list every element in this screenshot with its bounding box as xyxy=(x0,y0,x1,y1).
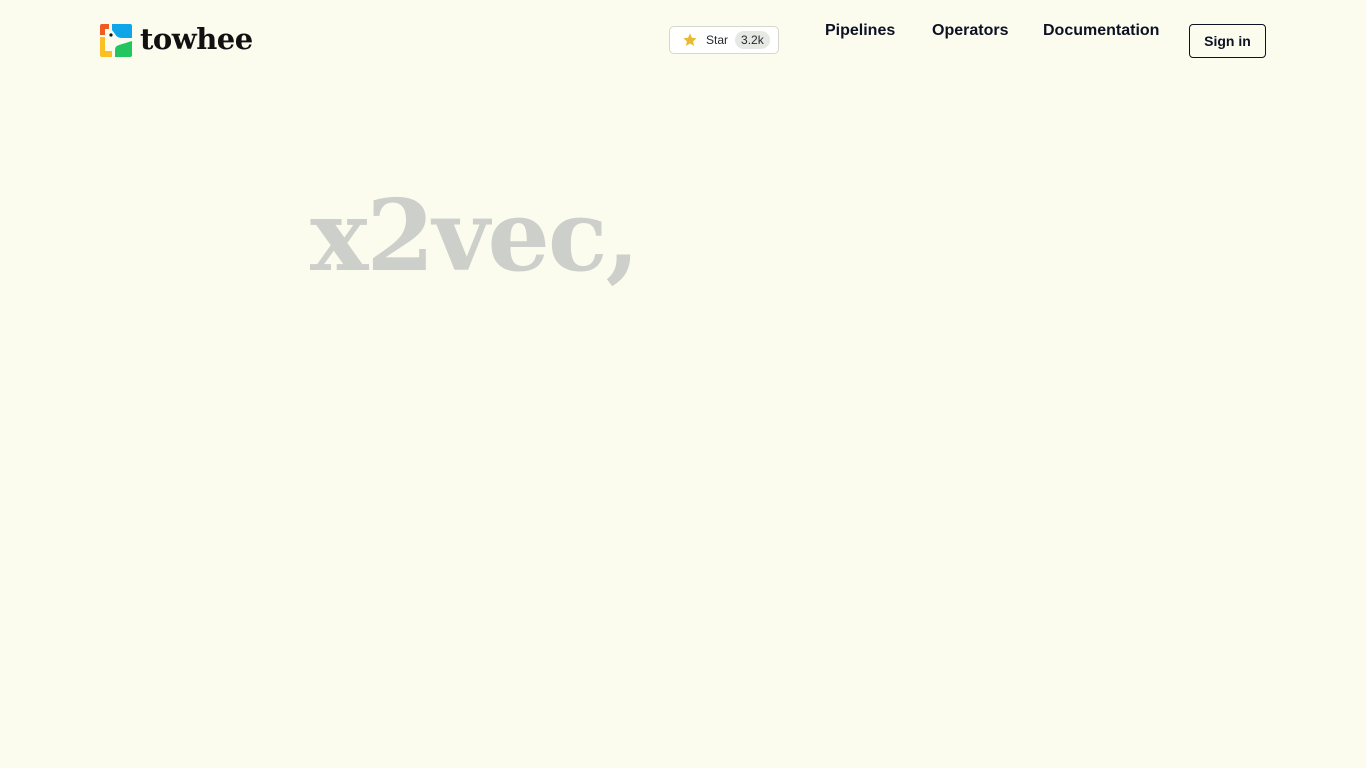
hero-animated-word: x2vec, xyxy=(310,179,640,294)
towhee-logo-mark-icon xyxy=(100,24,132,57)
nav-link-documentation[interactable]: Documentation xyxy=(1043,21,1159,41)
github-star-button[interactable]: Star 3.2k xyxy=(669,26,779,54)
star-label: Star xyxy=(706,33,729,47)
page: towhee Star 3.2k Pipelines Operators Doc… xyxy=(0,0,1366,768)
sign-in-button[interactable]: Sign in xyxy=(1189,24,1266,58)
towhee-logo[interactable]: towhee xyxy=(100,24,253,57)
nav-link-operators[interactable]: Operators xyxy=(932,21,1008,41)
star-icon xyxy=(682,32,698,48)
top-nav-bar: towhee Star 3.2k Pipelines Operators Doc… xyxy=(0,0,1366,82)
brand-name: towhee xyxy=(140,22,253,56)
star-count-badge: 3.2k xyxy=(735,31,770,49)
nav-link-pipelines[interactable]: Pipelines xyxy=(825,21,895,41)
